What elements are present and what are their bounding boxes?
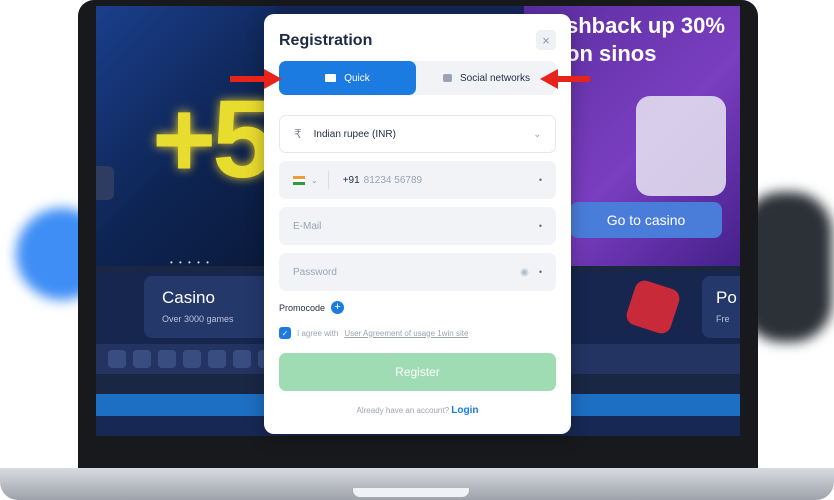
promocode-label: Promocode [279, 302, 326, 313]
slider-prev-button[interactable] [96, 166, 114, 200]
phone-field[interactable]: ⌄ +91 81234 56789 • [279, 161, 556, 199]
sport-icon[interactable] [158, 350, 176, 368]
modal-title: Registration [279, 32, 373, 49]
mail-icon [325, 74, 337, 82]
agreement-row: ✓ I agree with User Agreement of usage 1… [279, 327, 468, 339]
chat-icon [442, 74, 452, 82]
stage: +5 shback up 30% on sinos Go to casino •… [0, 0, 834, 500]
casino-card-title: Casino [162, 288, 215, 307]
sport-icon[interactable] [133, 350, 151, 368]
required-dot-icon: • [538, 221, 542, 231]
red-arrow-left-icon [540, 69, 590, 89]
currency-value: Indian rupee (INR) [313, 128, 396, 140]
tab-social-label: Social networks [459, 72, 531, 84]
email-placeholder: E-Mail [293, 220, 322, 232]
login-link[interactable]: Login [451, 405, 478, 416]
poker-category-card[interactable]: Po Fre [702, 276, 740, 338]
required-dot-icon: • [538, 175, 542, 185]
poker-card-title: Po [716, 288, 737, 307]
chevron-down-icon: ⌄ [533, 128, 541, 139]
cashback-promo-text: shback up 30% on sinos [566, 13, 725, 66]
country-chevron-icon[interactable]: ⌄ [311, 176, 318, 185]
phone-divider [327, 171, 329, 189]
tab-quick[interactable]: Quick [279, 61, 416, 95]
registration-modal: Registration × Quick Social networks ₹ I… [264, 14, 571, 434]
registration-tabs: Quick Social networks [279, 61, 556, 95]
promocode-row: Promocode + [279, 301, 345, 314]
agreement-checkbox[interactable]: ✓ [279, 327, 291, 339]
phone-placeholder: 81234 56789 [363, 174, 423, 186]
tab-quick-label: Quick [344, 72, 370, 84]
login-prompt: Already have an account? [356, 406, 450, 415]
slider-dots[interactable]: • • • • • [170, 258, 211, 267]
laptop-notch [352, 488, 470, 498]
add-promocode-button[interactable]: + [331, 301, 345, 314]
rupee-icon: ₹ [294, 127, 302, 141]
red-arrow-right-icon [230, 69, 282, 89]
sport-icon[interactable] [183, 350, 201, 368]
register-button[interactable]: Register [279, 353, 556, 391]
password-field[interactable]: Password ◉ • [279, 253, 556, 291]
tab-social-networks[interactable]: Social networks [417, 61, 556, 95]
casino-category-card[interactable]: Casino Over 3000 games [144, 276, 274, 338]
sport-icon[interactable] [108, 350, 126, 368]
agreement-text: I agree with [297, 328, 339, 338]
currency-select[interactable]: ₹ Indian rupee (INR) ⌄ [279, 115, 556, 153]
login-row: Already have an account? Login [264, 405, 571, 416]
eye-icon[interactable]: ◉ [520, 267, 529, 278]
close-button[interactable]: × [536, 30, 556, 50]
phone-country-code: +91 [342, 174, 360, 186]
user-agreement-link[interactable]: User Agreement of usage 1win site [344, 329, 468, 338]
required-dot-icon: • [538, 267, 542, 277]
sport-icon[interactable] [233, 350, 251, 368]
dice-icon [624, 278, 682, 336]
slot-machine-image [636, 96, 726, 196]
india-flag-icon [293, 175, 305, 185]
poker-card-subtitle: Fre [716, 314, 730, 324]
password-placeholder: Password [293, 266, 337, 278]
go-to-casino-button[interactable]: Go to casino [570, 202, 722, 238]
promo-bonus-text: +5 [152, 78, 273, 201]
casino-card-subtitle: Over 3000 games [162, 314, 234, 324]
sport-icon[interactable] [208, 350, 226, 368]
email-field[interactable]: E-Mail • [279, 207, 556, 245]
